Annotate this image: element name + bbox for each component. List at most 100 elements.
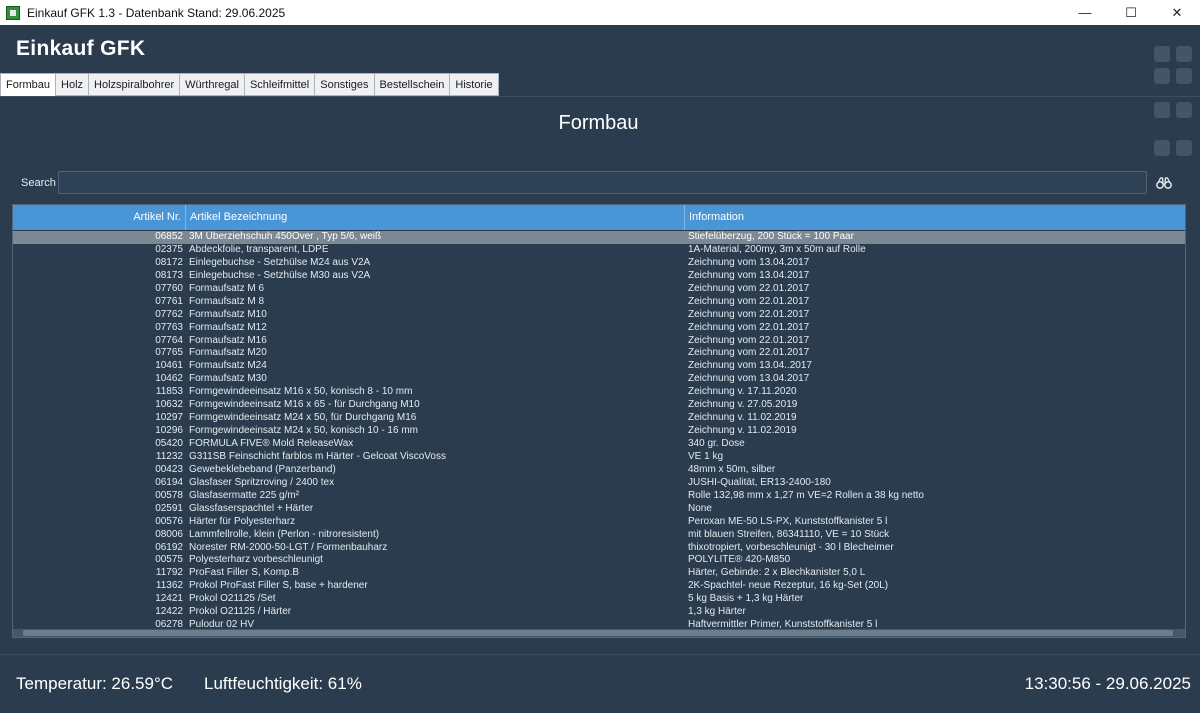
cell-bezeichnung: Formaufsatz M16 bbox=[189, 334, 267, 346]
table-row[interactable]: 00578 Glasfasermatte 225 g/m² Rolle 132,98… bbox=[13, 490, 1185, 503]
cell-bezeichnung: Glasfasermatte 225 g/m² bbox=[189, 489, 300, 501]
table-row[interactable]: 10462 Formaufsatz M30 Zeichnung vom 13.04.… bbox=[13, 373, 1185, 386]
table-row[interactable]: 10632 Formgewindeeinsatz M16 x 65 - für D… bbox=[13, 399, 1185, 412]
search-label: Search bbox=[21, 177, 56, 189]
table-row[interactable]: 07760 Formaufsatz M 6 Zeichnung vom 22.01.… bbox=[13, 283, 1185, 296]
cell-information: Peroxan ME-50 LS-PX, Kunststoffkanister … bbox=[688, 515, 888, 527]
cell-information: Zeichnung vom 22.01.2017 bbox=[688, 334, 810, 346]
cell-bezeichnung: Formaufsatz M12 bbox=[189, 321, 267, 333]
table-row[interactable]: 08006 Lammfellrolle, klein (Perlon - nitr… bbox=[13, 529, 1185, 542]
cell-bezeichnung: Prokol O21125 / Härter bbox=[189, 606, 292, 618]
cell-information: Stiefelüberzug, 200 Stück = 100 Paar bbox=[688, 231, 854, 242]
cell-bezeichnung: Lammfellrolle, klein (Perlon - nitroresi… bbox=[189, 528, 380, 540]
app-title: Einkauf GFK bbox=[16, 37, 146, 60]
column-header-bezeichnung[interactable]: Artikel Bezeichnung bbox=[186, 205, 685, 230]
table-row[interactable]: 02591 Glassfaserspachtel + Härter None bbox=[13, 503, 1185, 516]
table-row[interactable]: 07765 Formaufsatz M20 Zeichnung vom 22.01.… bbox=[13, 347, 1185, 360]
cell-artikel-nr: 06192 bbox=[155, 541, 183, 553]
cell-bezeichnung: Norester RM-2000-50-LGT / Formenbauharz bbox=[189, 541, 388, 553]
humidity-readout: Luftfeuchtigkeit: 61% bbox=[204, 674, 362, 693]
cell-bezeichnung: Formgewindeeinsatz M24 x 50, für Durchga… bbox=[189, 412, 417, 424]
table-row[interactable]: 12421 Prokol O21125 /Set 5 kg Basis + 1,3 … bbox=[13, 593, 1185, 606]
column-header-artikel-nr[interactable]: Artikel Nr. bbox=[13, 205, 186, 230]
tab-formbau[interactable]: Formbau bbox=[0, 73, 57, 97]
cell-artikel-nr: 07760 bbox=[155, 282, 183, 294]
tab-divider bbox=[0, 96, 1200, 97]
cell-artikel-nr: 00576 bbox=[155, 515, 183, 527]
minimize-button[interactable]: — bbox=[1062, 0, 1108, 25]
table-row[interactable]: 10461 Formaufsatz M24 Zeichnung vom 13.04.… bbox=[13, 360, 1185, 373]
cell-artikel-nr: 00423 bbox=[155, 463, 183, 475]
app-icon bbox=[6, 5, 20, 20]
table-row[interactable]: 00576 Härter für Polyesterharz Peroxan ME-… bbox=[13, 516, 1185, 529]
cell-artikel-nr: 05420 bbox=[155, 438, 183, 449]
table-row[interactable]: 11232 G311SB Feinschicht farblos m Härter… bbox=[13, 451, 1185, 464]
table-row[interactable]: 02375 Abdeckfolie, transparent, LDPE 1A-Ma… bbox=[13, 244, 1185, 257]
cell-information: Härter, Gebinde: 2 x Blechkanister 5,0 L bbox=[688, 567, 866, 579]
table-row[interactable]: 06194 Glasfaser Spritzroving / 2400 tex JU… bbox=[13, 477, 1185, 490]
cell-information: thixotropiert, vorbeschleunigt - 30 l Bl… bbox=[688, 541, 894, 553]
cell-bezeichnung: Härter für Polyesterharz bbox=[189, 515, 296, 527]
cell-bezeichnung: Formgewindeeinsatz M16 x 50, konisch 8 -… bbox=[189, 386, 413, 398]
column-header-information[interactable]: Information bbox=[685, 205, 1185, 230]
table-row[interactable]: 06192 Norester RM-2000-50-LGT / Formenbau… bbox=[13, 542, 1185, 555]
table-row[interactable]: 00423 Gewebeklebeband (Panzerband) 48mm x … bbox=[13, 464, 1185, 477]
cell-information: Zeichnung vom 22.01.2017 bbox=[688, 347, 810, 359]
tab-holzspiralbohrer[interactable]: Holzspiralbohrer bbox=[89, 73, 181, 96]
horizontal-scrollbar[interactable] bbox=[13, 629, 1185, 637]
cell-bezeichnung: Polyesterharz vorbeschleunigt bbox=[189, 554, 323, 566]
table-row[interactable]: 11792 ProFast Filler S, Komp.B Härter, Geb… bbox=[13, 567, 1185, 580]
cell-artikel-nr: 02591 bbox=[155, 502, 183, 514]
table-row[interactable]: 00575 Polyesterharz vorbeschleunigt POLYLI… bbox=[13, 554, 1185, 567]
table-row[interactable]: 07763 Formaufsatz M12 Zeichnung vom 22.01.… bbox=[13, 322, 1185, 335]
cell-information: None bbox=[688, 502, 712, 514]
cell-information: mit blauen Streifen, 86341110, VE = 10 S… bbox=[688, 528, 890, 540]
table-row[interactable]: 08173 Einlegebuchse - Setzhülse M30 aus V… bbox=[13, 270, 1185, 283]
search-input[interactable] bbox=[58, 171, 1147, 194]
cell-artikel-nr: 07765 bbox=[155, 347, 183, 359]
cell-bezeichnung: Glasfaser Spritzroving / 2400 tex bbox=[189, 476, 335, 488]
cell-artikel-nr: 10632 bbox=[155, 399, 183, 411]
table-body: 06852 3M Überziehschuh 450Over , Typ 5/6,… bbox=[13, 231, 1185, 632]
cell-artikel-nr: 11362 bbox=[155, 580, 183, 592]
cell-bezeichnung: Prokol ProFast Filler S, base + hardener bbox=[189, 580, 368, 592]
close-button[interactable]: ✕ bbox=[1154, 0, 1200, 25]
cell-bezeichnung: Glassfaserspachtel + Härter bbox=[189, 502, 314, 514]
table-row[interactable]: 05420 FORMULA FIVE® Mold ReleaseWax 340 gr… bbox=[13, 438, 1185, 451]
cell-information: 340 gr. Dose bbox=[688, 438, 745, 449]
cell-bezeichnung: Formgewindeeinsatz M16 x 65 - für Durchg… bbox=[189, 399, 420, 411]
table-row[interactable]: 11853 Formgewindeeinsatz M16 x 50, konisc… bbox=[13, 386, 1185, 399]
tab-würthregal[interactable]: Würthregal bbox=[180, 73, 245, 96]
cell-artikel-nr: 10297 bbox=[155, 412, 183, 424]
cell-information: Zeichnung vom 22.01.2017 bbox=[688, 321, 810, 333]
tab-bestellschein[interactable]: Bestellschein bbox=[374, 73, 451, 96]
window-controls: — ☐ ✕ bbox=[1062, 0, 1200, 25]
binoculars-icon[interactable] bbox=[1156, 176, 1172, 190]
table-row[interactable]: 11362 Prokol ProFast Filler S, base + har… bbox=[13, 580, 1185, 593]
tab-schleifmittel[interactable]: Schleifmittel bbox=[244, 73, 316, 96]
datetime-readout: 13:30:56 - 29.06.2025 bbox=[1024, 674, 1191, 693]
maximize-button[interactable]: ☐ bbox=[1108, 0, 1154, 25]
cell-information: Zeichnung vom 22.01.2017 bbox=[688, 295, 810, 307]
table-row[interactable]: 10297 Formgewindeeinsatz M24 x 50, für Du… bbox=[13, 412, 1185, 425]
cell-information: 5 kg Basis + 1,3 kg Härter bbox=[688, 593, 804, 605]
cell-artikel-nr: 07764 bbox=[155, 334, 183, 346]
table-row[interactable]: 10296 Formgewindeeinsatz M24 x 50, konisc… bbox=[13, 425, 1185, 438]
table-row[interactable]: 12422 Prokol O21125 / Härter 1,3 kg Härter bbox=[13, 606, 1185, 619]
cell-bezeichnung: FORMULA FIVE® Mold ReleaseWax bbox=[189, 438, 354, 449]
cell-bezeichnung: ProFast Filler S, Komp.B bbox=[189, 567, 300, 579]
tab-sonstiges[interactable]: Sonstiges bbox=[315, 73, 375, 96]
table-row[interactable]: 07764 Formaufsatz M16 Zeichnung vom 22.01.… bbox=[13, 335, 1185, 348]
table-row[interactable]: 07762 Formaufsatz M10 Zeichnung vom 22.01.… bbox=[13, 309, 1185, 322]
cell-information: POLYLITE® 420-M850 bbox=[688, 554, 791, 566]
table-row[interactable]: 08172 Einlegebuchse - Setzhülse M24 aus V… bbox=[13, 257, 1185, 270]
cell-artikel-nr: 08006 bbox=[155, 528, 183, 540]
scrollbar-thumb[interactable] bbox=[23, 630, 1173, 636]
article-table: Artikel Nr. Artikel Bezeichnung Informat… bbox=[12, 204, 1186, 638]
cell-bezeichnung: Formaufsatz M24 bbox=[189, 360, 267, 372]
tab-historie[interactable]: Historie bbox=[450, 73, 499, 96]
cell-artikel-nr: 08172 bbox=[155, 256, 183, 268]
tab-holz[interactable]: Holz bbox=[56, 73, 90, 96]
table-row[interactable]: 06852 3M Überziehschuh 450Over , Typ 5/6,… bbox=[13, 231, 1185, 244]
table-row[interactable]: 07761 Formaufsatz M 8 Zeichnung vom 22.01.… bbox=[13, 296, 1185, 309]
